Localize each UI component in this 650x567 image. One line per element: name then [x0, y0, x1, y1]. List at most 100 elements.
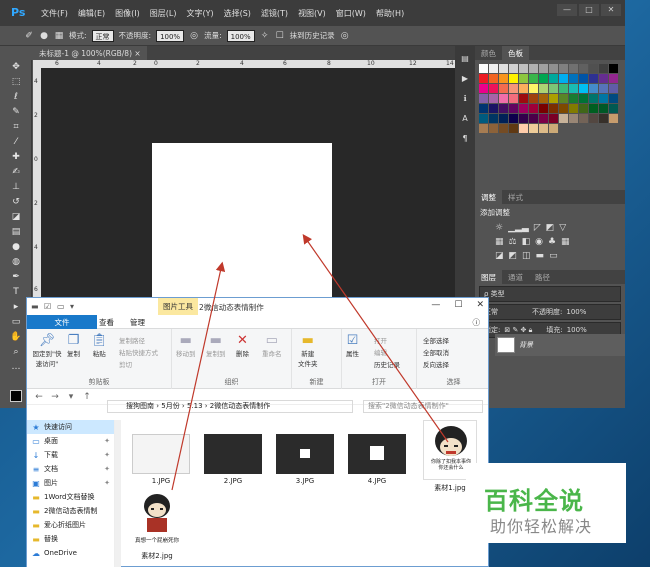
color-swatch[interactable]: [519, 84, 528, 93]
eraser-tool-icon[interactable]: ◪: [2, 210, 30, 225]
nav-item-pictures[interactable]: ▣ 图片 ✦: [27, 476, 114, 490]
forward-icon[interactable]: →: [49, 392, 61, 402]
color-swatch[interactable]: [489, 114, 498, 123]
hue-icon[interactable]: ▦: [495, 237, 504, 247]
mode-select[interactable]: 正常: [91, 29, 114, 42]
color-swatch[interactable]: [479, 74, 488, 83]
blur-tool-icon[interactable]: ●: [2, 240, 30, 255]
color-swatch[interactable]: [559, 104, 568, 113]
recent-icon[interactable]: ▾: [65, 392, 77, 402]
color-swatch[interactable]: [499, 114, 508, 123]
color-swatch[interactable]: [479, 114, 488, 123]
color-swatch[interactable]: [479, 84, 488, 93]
minimize-button[interactable]: —: [557, 4, 577, 16]
tab-layers[interactable]: 图层: [475, 270, 502, 284]
color-swatch[interactable]: [509, 64, 518, 73]
menu-image[interactable]: 图像(I): [110, 8, 145, 19]
move-tool-icon[interactable]: ✥: [2, 60, 30, 75]
color-swatch[interactable]: [599, 94, 608, 103]
color-swatch[interactable]: [499, 124, 508, 133]
vibrance-icon[interactable]: ▽: [559, 223, 566, 233]
color-swatch[interactable]: [599, 74, 608, 83]
color-swatch[interactable]: [599, 64, 608, 73]
actions-panel-icon[interactable]: ▶: [458, 72, 472, 86]
menu-edit[interactable]: 编辑(E): [73, 8, 110, 19]
menu-file[interactable]: 文件(F): [36, 8, 73, 19]
character-panel-icon[interactable]: A: [458, 112, 472, 126]
menu-view[interactable]: 视图(V): [293, 8, 331, 19]
tab-paths[interactable]: 路径: [529, 270, 556, 284]
flow-input[interactable]: 100%: [226, 29, 255, 42]
threshold-icon[interactable]: ◫: [522, 251, 531, 261]
menu-help[interactable]: 帮助(H): [371, 8, 409, 19]
document-canvas[interactable]: [152, 143, 332, 303]
stamp-tool-icon[interactable]: ⊥: [2, 180, 30, 195]
tab-color[interactable]: 颜色: [475, 46, 502, 60]
select-none-button[interactable]: 全部取消: [423, 347, 449, 357]
selective-color-icon[interactable]: ▭: [549, 251, 558, 261]
layer-opacity-input[interactable]: 100%: [566, 308, 586, 316]
color-swatch[interactable]: [569, 114, 578, 123]
invert-selection-button[interactable]: 反向选择: [423, 359, 449, 369]
delete-button[interactable]: ✕ 删除: [236, 333, 249, 358]
photo-filter-icon[interactable]: ◉: [535, 237, 543, 247]
tab-manage[interactable]: 管理: [122, 315, 153, 328]
color-swatch[interactable]: [579, 84, 588, 93]
color-swatch[interactable]: [579, 114, 588, 123]
gradient-tool-icon[interactable]: ▤: [2, 225, 30, 240]
brush-panel-icon[interactable]: ▦: [54, 31, 64, 41]
color-swatch[interactable]: [609, 74, 618, 83]
color-swatch[interactable]: [579, 104, 588, 113]
file-item[interactable]: 1.JPG: [126, 434, 196, 485]
color-swatch[interactable]: [479, 94, 488, 103]
color-swatch[interactable]: [579, 94, 588, 103]
brush-tool-icon[interactable]: ✍: [2, 165, 30, 180]
color-swatch[interactable]: [549, 74, 558, 83]
color-swatch[interactable]: [519, 114, 528, 123]
pressure-opacity-icon[interactable]: ◎: [189, 31, 199, 41]
color-swatch[interactable]: [559, 74, 568, 83]
maximize-button[interactable]: □: [579, 4, 599, 16]
color-swatch[interactable]: [579, 74, 588, 83]
tab-swatches[interactable]: 色板: [502, 46, 529, 60]
layer-background[interactable]: 背景: [495, 334, 625, 356]
color-swatch[interactable]: [509, 74, 518, 83]
dropdown-icon[interactable]: ▾: [70, 302, 80, 312]
color-swatch[interactable]: [579, 64, 588, 73]
color-swatch[interactable]: [589, 94, 598, 103]
color-swatch[interactable]: [539, 84, 548, 93]
color-swatch[interactable]: [519, 74, 528, 83]
exposure-icon[interactable]: ◩: [546, 223, 555, 233]
color-swatch[interactable]: [509, 104, 518, 113]
color-swatch[interactable]: [539, 124, 548, 133]
breadcrumb[interactable]: 搜狗图南 › 5月份 › 5.13 › 2微信动态表情制作: [107, 400, 353, 413]
marquee-tool-icon[interactable]: ⬚: [2, 75, 30, 90]
color-swatch[interactable]: [559, 94, 568, 103]
color-swatch[interactable]: [549, 114, 558, 123]
menu-filter[interactable]: 滤镜(T): [256, 8, 293, 19]
menu-select[interactable]: 选择(S): [219, 8, 256, 19]
tab-channels[interactable]: 通道: [502, 270, 529, 284]
color-swatch[interactable]: [549, 64, 558, 73]
up-icon[interactable]: ↑: [81, 392, 93, 402]
file-item[interactable]: 2.JPG: [198, 434, 268, 485]
cut-button[interactable]: 剪切: [119, 359, 132, 369]
color-swatch[interactable]: [489, 124, 498, 133]
brightness-icon[interactable]: ☼: [495, 223, 503, 233]
help-icon[interactable]: ⓘ: [465, 315, 489, 328]
color-swatch[interactable]: [529, 64, 538, 73]
history-panel-icon[interactable]: ▤: [458, 52, 472, 66]
color-swatch[interactable]: [549, 124, 558, 133]
color-swatch[interactable]: [529, 104, 538, 113]
eyedropper-tool-icon[interactable]: ⁄: [2, 135, 30, 150]
color-swatch[interactable]: [529, 84, 538, 93]
color-swatch[interactable]: [549, 94, 558, 103]
move-to-button[interactable]: ▬ 移动到: [176, 333, 196, 358]
color-swatch[interactable]: [519, 94, 528, 103]
new-folder-button[interactable]: ▬ 新建 文件夹: [298, 333, 318, 368]
mixer-icon[interactable]: ♣: [548, 237, 556, 247]
color-swatch[interactable]: [489, 74, 498, 83]
nav-item-onedrive[interactable]: ☁ OneDrive: [27, 546, 114, 560]
color-swatch[interactable]: [569, 64, 578, 73]
pen-tool-icon[interactable]: ✒: [2, 270, 30, 285]
